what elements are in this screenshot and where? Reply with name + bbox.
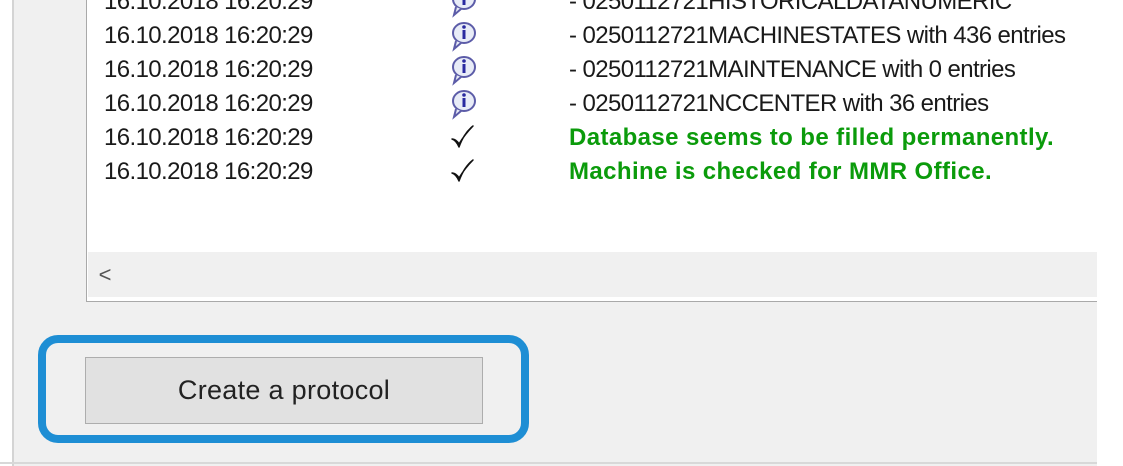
info-icon: [442, 18, 482, 52]
log-message: - 0250112721NCCENTER with 36 entries: [569, 90, 989, 117]
horizontal-scrollbar[interactable]: <: [88, 252, 1097, 297]
highlight-frame: [38, 335, 529, 443]
log-time: 16.10.2018 16:20:29: [104, 56, 313, 83]
info-icon: [442, 52, 482, 86]
checkmark-icon: [442, 120, 482, 154]
log-time: 16.10.2018 16:20:29: [104, 124, 313, 151]
log-time: 16.10.2018 16:20:29: [104, 90, 313, 117]
log-listbox[interactable]: 16.10.2018 16:20:29 - 0250112721HISTORIC…: [86, 0, 1097, 302]
log-row: 16.10.2018 16:20:29 - 0250112721MAINTENA…: [87, 52, 1097, 86]
info-icon: [442, 86, 482, 120]
scroll-left-button[interactable]: <: [88, 252, 122, 297]
window-bottom-border: [0, 462, 1097, 464]
log-message: Machine is checked for MMR Office.: [569, 158, 993, 185]
log-time: 16.10.2018 16:20:29: [104, 22, 313, 49]
window-edge: [0, 0, 12, 466]
log-row: 16.10.2018 16:20:29 - 0250112721MACHINES…: [87, 18, 1097, 52]
log-time: 16.10.2018 16:20:29: [104, 158, 313, 185]
window-border: [12, 0, 14, 466]
page-margin: [1097, 0, 1123, 466]
log-time: 16.10.2018 16:20:29: [104, 0, 313, 15]
checkmark-icon: [442, 154, 482, 188]
log-message: - 0250112721MACHINESTATES with 436 entri…: [569, 22, 1066, 49]
info-icon: [442, 0, 482, 18]
log-row: 16.10.2018 16:20:29 Database seems to be…: [87, 120, 1097, 154]
log-row: 16.10.2018 16:20:29 - 0250112721HISTORIC…: [87, 0, 1097, 18]
log-message: - 0250112721MAINTENANCE with 0 entries: [569, 56, 1016, 83]
log-row: 16.10.2018 16:20:29 Machine is checked f…: [87, 154, 1097, 188]
log-message: Database seems to be filled permanently.: [569, 124, 1055, 151]
log-row: 16.10.2018 16:20:29 - 0250112721NCCENTER…: [87, 86, 1097, 120]
log-message: - 0250112721HISTORICALDATANUMERIC: [569, 0, 1012, 15]
dialog-window: 16.10.2018 16:20:29 - 0250112721HISTORIC…: [0, 0, 1097, 466]
